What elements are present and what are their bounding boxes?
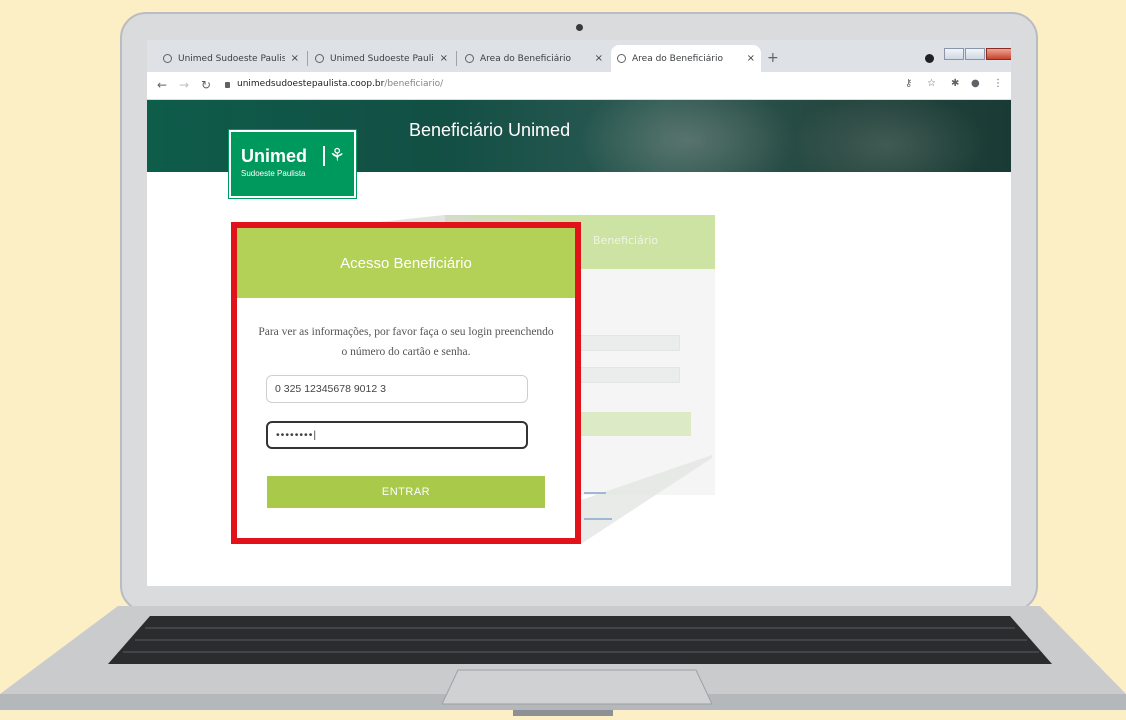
login-instructions: Para ver as informações, por favor faça …: [258, 326, 554, 358]
card-number-value: 0 325 12345678 9012 3: [275, 383, 386, 395]
background-link: [584, 492, 606, 494]
login-title: Acesso Beneficiário: [340, 254, 472, 272]
password-value: ••••••••|: [276, 429, 318, 441]
wedge-bottom: [581, 455, 712, 544]
card-number-input[interactable]: 0 325 12345678 9012 3: [266, 375, 528, 403]
login-card: Acesso Beneficiário Para ver as informaç…: [231, 222, 581, 544]
login-card-header: Acesso Beneficiário: [237, 228, 575, 298]
enter-button[interactable]: ENTRAR: [267, 476, 545, 508]
background-link: [584, 518, 612, 520]
password-input[interactable]: ••••••••|: [266, 421, 528, 449]
